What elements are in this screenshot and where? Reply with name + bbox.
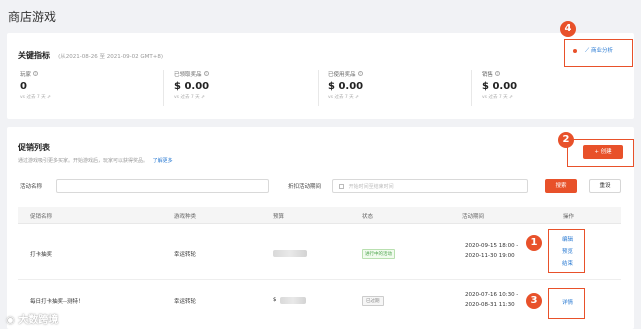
end-link[interactable]: 结束 [562,259,573,267]
metric-compare: vs 过去 7 天 [20,95,46,100]
promotion-desc: 通过游戏吸引更多买家。开始游戏后，玩家可以获得奖品。 [18,158,149,164]
row-game-type: 幸运转轮 [174,252,197,258]
promotion-name-input[interactable] [56,179,269,193]
help-icon: ? [357,71,363,76]
col-header-name: 促销名称 [30,214,53,220]
metric-label: 已领取奖品 [174,72,202,78]
date-range-placeholder: 开始时间至结束时间 [348,184,394,190]
metric-compare: vs 过去 7 天 [174,95,200,100]
metric-sales: 销售? $ 0.00 vs 过去 7 天 ⇗ [482,70,517,100]
annotation-badge-1: 1 [526,235,542,251]
status-badge: 进行中的活动 [362,249,395,259]
key-metrics-header: 关键指标 (从2021-08-26 至 2021-09-02 GMT+8) [18,43,163,62]
promotion-desc-row: 通过游戏吸引更多买家。开始游戏后，玩家可以获得奖品。 了解更多 [18,157,173,164]
metric-divider [471,70,472,106]
col-header-status: 状态 [362,214,374,220]
key-metrics-date-range: (从2021-08-26 至 2021-09-02 GMT+8) [58,54,164,60]
metric-value: $ 0.00 [174,81,210,92]
row-period-end: 2020-11-30 19:00 [465,253,515,259]
promotion-list-title: 促销列表 [18,143,50,152]
metric-value: 0 [20,81,27,92]
metric-compare: vs 过去 7 天 [482,95,508,100]
metric-label: 销售 [482,72,494,78]
metric-value: $ 0.00 [328,81,364,92]
trend-icon: ⇗ [201,95,205,100]
trend-icon: ⇗ [509,95,513,100]
row-period-start: 2020-07-16 10:30 - [465,292,519,298]
reset-button[interactable]: 重设 [589,179,621,193]
metric-used-prizes: 已使用奖品? $ 0.00 vs 过去 7 天 ⇗ [328,70,363,100]
business-analysis-link[interactable]: ⟋ 商业分析 [585,46,613,55]
date-range-input[interactable]: 开始时间至结束时间 [332,179,528,193]
learn-more-link[interactable]: 了解更多 [153,158,173,164]
annotation-badge-2: 2 [558,132,574,148]
calendar-icon [339,184,344,189]
row-period-end: 2020-08-31 11:30 [465,302,515,308]
metric-players: 玩家? 0 vs 过去 7 天 ⇗ [20,70,51,100]
help-icon: ? [495,71,501,76]
row-budget-prefix: $ [273,297,277,303]
col-header-game-type: 游戏种类 [174,214,197,220]
trend-icon: ⇗ [47,95,51,100]
row-promotion-name: 打卡抽奖 [30,252,53,258]
page-title: 商店游戏 [8,10,57,24]
col-header-actions: 操作 [563,214,575,220]
watermark-logo: ◉ 大数跨境 [6,315,59,326]
row-period-start: 2020-09-15 18:00 - [465,243,519,249]
metric-value: $ 0.00 [482,81,518,92]
dot-indicator [573,49,577,53]
preview-link[interactable]: 预览 [562,247,573,255]
metric-label: 已使用奖品 [328,72,356,78]
metric-divider [163,70,164,106]
table-row [18,224,621,280]
col-header-budget: 预算 [273,214,285,220]
status-badge: 已过期 [362,296,384,306]
chart-line-icon: ⟋ [585,47,590,54]
metric-claimed-prizes: 已领取奖品? $ 0.00 vs 过去 7 天 ⇗ [174,70,209,100]
annotation-badge-4: 4 [560,21,576,37]
metric-label: 玩家 [20,72,32,78]
row-game-type: 幸运转轮 [174,299,197,305]
help-icon: ? [203,71,209,76]
key-metrics-title: 关键指标 [18,51,50,60]
watermark-icon: ◉ [6,315,15,326]
details-link[interactable]: 详情 [562,298,573,306]
edit-link[interactable]: 编辑 [562,235,573,243]
date-filter-label: 折扣活动期间 [288,184,322,190]
name-filter-label: 活动名称 [20,184,43,190]
search-button[interactable]: 搜索 [545,179,577,193]
col-header-period: 活动期间 [462,214,485,220]
create-button[interactable]: + 创建 [583,145,623,159]
budget-redacted [273,250,307,257]
row-promotion-name: 每日打卡抽奖--测特！ [30,299,84,305]
trend-icon: ⇗ [355,95,359,100]
table-header [18,207,621,224]
annotation-badge-3: 3 [526,293,542,309]
budget-redacted [280,297,306,304]
metric-divider [318,70,319,106]
help-icon: ? [33,71,39,76]
metric-compare: vs 过去 7 天 [328,95,354,100]
